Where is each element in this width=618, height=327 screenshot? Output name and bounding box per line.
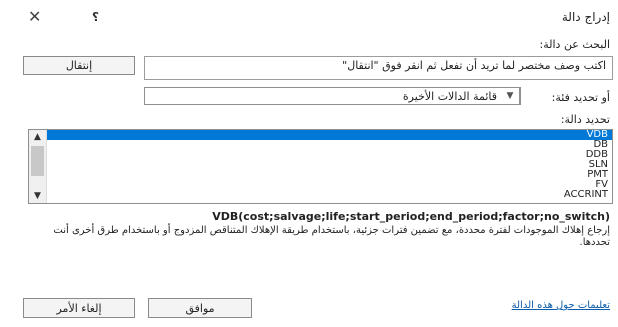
search-input[interactable]: اكتب وصف مختصر لما تريد أن تفعل ثم انقر … bbox=[144, 56, 613, 80]
functions-label: تحديد دالة: bbox=[560, 113, 610, 126]
list-scrollbar[interactable]: ▲ ▼ bbox=[29, 130, 47, 203]
function-list[interactable]: ▲ ▼ VDB DB DDB SLN PMT FV ACCRINT bbox=[28, 129, 613, 204]
function-description: إرجاع إهلاك الموجودات لفترة محددة، مع تض… bbox=[53, 225, 610, 248]
scroll-up-icon[interactable]: ▲ bbox=[29, 130, 46, 144]
list-item-db[interactable]: DB bbox=[47, 140, 612, 150]
help-icon[interactable]: ؟ bbox=[92, 10, 99, 24]
list-item-ddb[interactable]: DDB bbox=[47, 150, 612, 160]
function-help-link[interactable]: تعليمات حول هذه الدالة bbox=[512, 300, 610, 311]
list-item-vdb[interactable]: VDB bbox=[47, 130, 612, 140]
category-selected: قائمة الدالات الأخيرة bbox=[402, 89, 497, 103]
chevron-down-icon[interactable]: ▼ bbox=[501, 88, 520, 104]
go-button[interactable]: إنتقال bbox=[23, 56, 135, 75]
category-select[interactable]: قائمة الدالات الأخيرة ▼ bbox=[144, 87, 521, 105]
scroll-thumb[interactable] bbox=[31, 146, 44, 176]
function-signature: VDB(cost;salvage;life;start_period;end_p… bbox=[212, 210, 610, 223]
dialog-title: إدراج دالة bbox=[561, 10, 610, 24]
scroll-down-icon[interactable]: ▼ bbox=[29, 189, 46, 203]
list-item-accrint[interactable]: ACCRINT bbox=[47, 190, 612, 200]
category-label: أو تحديد فئة: bbox=[551, 91, 610, 104]
list-item-sln[interactable]: SLN bbox=[47, 160, 612, 170]
ok-button[interactable]: موافق bbox=[148, 298, 252, 318]
close-icon[interactable]: ✕ bbox=[28, 7, 41, 26]
list-item-pmt[interactable]: PMT bbox=[47, 170, 612, 180]
search-label: البحث عن دالة: bbox=[539, 38, 610, 51]
list-item-fv[interactable]: FV bbox=[47, 180, 612, 190]
cancel-button[interactable]: إلغاء الأمر bbox=[23, 298, 135, 318]
